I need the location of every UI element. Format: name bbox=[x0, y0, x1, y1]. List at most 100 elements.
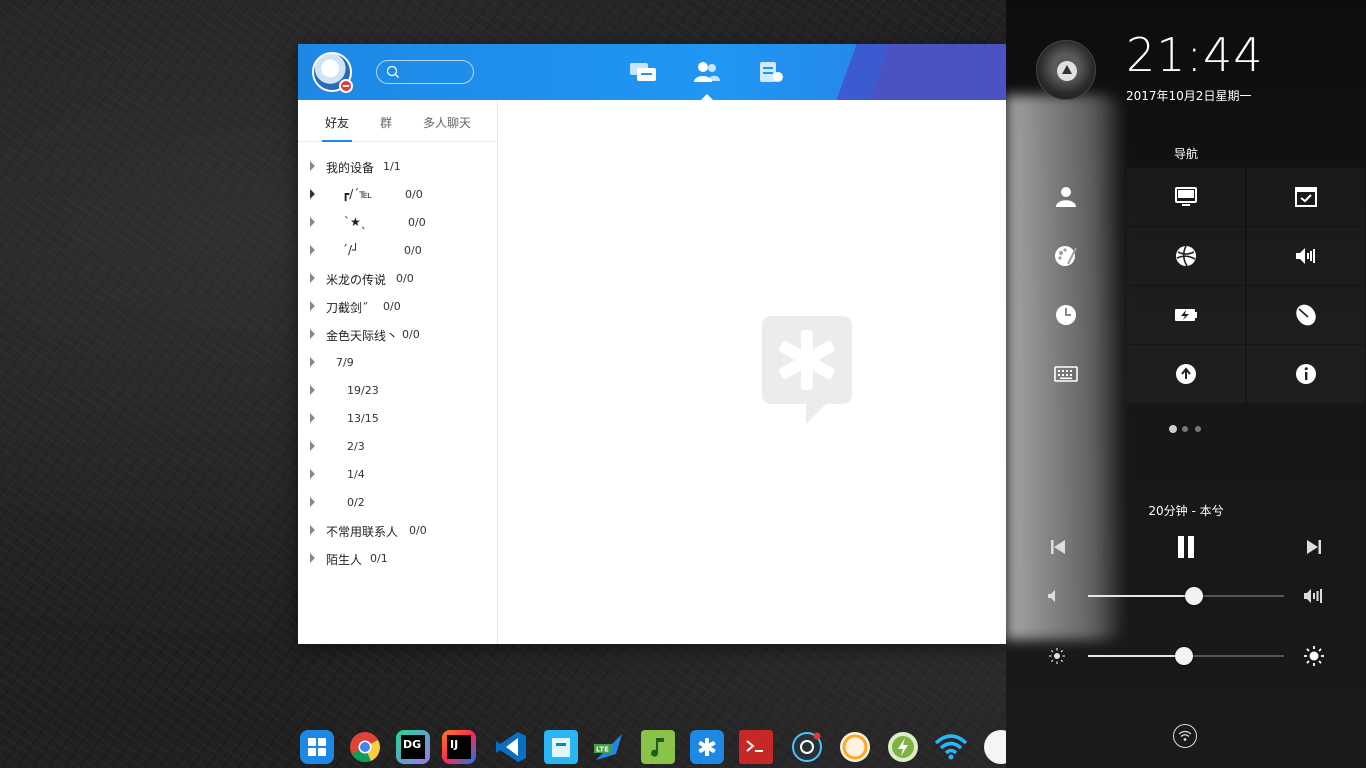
group-name: 米龙の传说 bbox=[326, 273, 387, 287]
nav-account[interactable] bbox=[1007, 168, 1125, 226]
music-icon[interactable] bbox=[641, 730, 675, 764]
volume-slider-row bbox=[1006, 581, 1366, 611]
friend-group-list: 我的设备 1/1 ┏/ˊ℡ 0/0 ˋ★ˎ 0/0 ˊ/┘ 0/0 米龙の传说 bbox=[298, 152, 498, 572]
friend-group[interactable]: 金色天际线丶 0/0 bbox=[298, 320, 498, 348]
display-icon bbox=[1175, 187, 1197, 206]
time-icon bbox=[1056, 305, 1076, 325]
friend-group[interactable]: 米龙の传说 0/0 bbox=[298, 264, 498, 292]
group-count: 0/0 bbox=[409, 524, 427, 537]
friend-group[interactable]: 0/2 bbox=[298, 488, 498, 516]
page-dot[interactable] bbox=[1195, 426, 1201, 432]
control-center: 21:44 2017年10月2日星期一 导航 20分钟 - 本兮 bbox=[1006, 0, 1366, 768]
volume-low-icon[interactable] bbox=[1043, 585, 1065, 607]
group-name: 我的设备 bbox=[326, 161, 375, 175]
friend-group[interactable]: ˊ/┘ 0/0 bbox=[298, 236, 498, 264]
friend-group[interactable]: ˋ★ˎ 0/0 bbox=[298, 208, 498, 236]
dock: DG IJ LTE bbox=[296, 726, 1006, 768]
power-app-icon[interactable] bbox=[886, 730, 920, 764]
nav-default-apps[interactable] bbox=[1247, 168, 1365, 226]
default-apps-icon bbox=[1295, 187, 1317, 207]
friend-group[interactable]: 7/9 bbox=[298, 348, 498, 376]
clock-app-icon[interactable] bbox=[838, 730, 872, 764]
chat-window: 好友 群 多人聊天 我的设备 1/1 ┏/ˊ℡ 0/0 ˋ★ˎ 0/0 ˊ/┘ … bbox=[298, 44, 1006, 644]
now-playing-title: 20分钟 - 本兮 bbox=[1148, 504, 1224, 518]
expand-arrow-icon bbox=[310, 217, 315, 227]
vscode-icon[interactable] bbox=[494, 730, 528, 764]
tab-contacts[interactable] bbox=[692, 58, 722, 100]
group-count: 0/0 bbox=[405, 188, 423, 201]
wireless-toggle-button[interactable] bbox=[1173, 724, 1197, 748]
friend-group[interactable]: 2/3 bbox=[298, 432, 498, 460]
friend-group[interactable]: 13/15 bbox=[298, 404, 498, 432]
friend-group[interactable]: 1/4 bbox=[298, 460, 498, 488]
wifi-icon[interactable] bbox=[934, 730, 968, 764]
volume-slider[interactable] bbox=[1088, 587, 1284, 605]
expand-arrow-icon bbox=[310, 413, 315, 423]
volume-fill bbox=[1088, 595, 1194, 597]
intellij-icon[interactable]: IJ bbox=[442, 730, 476, 764]
brightness-slider[interactable] bbox=[1088, 647, 1284, 665]
group-name: ˋ★ˎ bbox=[344, 215, 367, 229]
search-box[interactable] bbox=[376, 60, 474, 84]
volume-knob[interactable] bbox=[1184, 587, 1203, 605]
group-count: 1/4 bbox=[347, 468, 365, 481]
expand-arrow-icon bbox=[310, 385, 315, 395]
tab-friends[interactable]: 好友 bbox=[325, 114, 349, 131]
nav-keyboard[interactable] bbox=[1007, 345, 1125, 403]
nav-network[interactable] bbox=[1127, 227, 1245, 285]
tab-messages[interactable] bbox=[628, 58, 658, 86]
expand-arrow-icon bbox=[310, 357, 315, 367]
terminal-icon[interactable] bbox=[739, 730, 773, 764]
contact-sub-tabs: 好友 群 多人聊天 bbox=[298, 100, 498, 142]
friend-group[interactable]: ┏/ˊ℡ 0/0 bbox=[298, 180, 498, 208]
app-logo-watermark-icon bbox=[762, 316, 852, 424]
brightness-low-icon[interactable] bbox=[1046, 645, 1068, 667]
friend-group[interactable]: 不常用联系人 0/0 bbox=[298, 516, 498, 544]
datagrip-icon[interactable]: DG bbox=[396, 730, 430, 764]
group-count: 2/3 bbox=[347, 440, 365, 453]
power-icon bbox=[1175, 309, 1197, 321]
chat-app-icon[interactable] bbox=[690, 730, 724, 764]
brightness-fill bbox=[1088, 655, 1185, 657]
tab-files[interactable] bbox=[756, 58, 786, 86]
friend-group[interactable]: 我的设备 1/1 bbox=[298, 152, 498, 180]
update-icon bbox=[1176, 364, 1196, 384]
account-icon bbox=[1056, 187, 1076, 207]
nav-time[interactable] bbox=[1007, 286, 1125, 344]
calendar-icon[interactable] bbox=[984, 730, 1006, 764]
page-dot[interactable] bbox=[1169, 425, 1177, 433]
user-avatar[interactable] bbox=[312, 52, 353, 93]
personalization-icon bbox=[1055, 246, 1077, 266]
expand-arrow-icon bbox=[310, 441, 315, 451]
nav-mouse[interactable] bbox=[1247, 286, 1365, 344]
friend-group[interactable]: 刀截剑˝ 0/0 bbox=[298, 292, 498, 320]
tab-multi-chat[interactable]: 多人聊天 bbox=[423, 114, 471, 131]
page-dot[interactable] bbox=[1182, 426, 1188, 432]
screenshot-icon[interactable] bbox=[790, 730, 824, 764]
nav-system-info[interactable] bbox=[1247, 345, 1365, 403]
clock-time: 21:44 bbox=[1126, 28, 1264, 82]
search-input[interactable] bbox=[403, 63, 469, 81]
nav-display[interactable] bbox=[1127, 168, 1245, 226]
launcher-icon[interactable] bbox=[300, 730, 334, 764]
volume-high-icon[interactable] bbox=[1303, 585, 1325, 607]
nav-personalization[interactable] bbox=[1007, 227, 1125, 285]
pause-icon bbox=[1178, 536, 1194, 558]
friend-group[interactable]: 19/23 bbox=[298, 376, 498, 404]
brightness-knob[interactable] bbox=[1175, 647, 1194, 665]
brightness-high-icon[interactable] bbox=[1303, 645, 1325, 667]
nav-sound[interactable] bbox=[1247, 227, 1365, 285]
nav-update[interactable] bbox=[1127, 345, 1245, 403]
next-button[interactable] bbox=[1301, 534, 1327, 560]
tab-groups[interactable]: 群 bbox=[380, 114, 392, 131]
group-count: 0/2 bbox=[347, 496, 365, 509]
friend-group[interactable]: 陌生人 0/1 bbox=[298, 544, 498, 572]
pause-button[interactable] bbox=[1173, 534, 1199, 560]
nav-power[interactable] bbox=[1127, 286, 1245, 344]
lte-icon[interactable]: LTE bbox=[592, 730, 626, 764]
previous-button[interactable] bbox=[1045, 534, 1071, 560]
file-manager-icon[interactable] bbox=[544, 730, 578, 764]
chrome-icon[interactable] bbox=[348, 730, 382, 764]
group-name: 陌生人 bbox=[326, 553, 363, 567]
account-avatar[interactable] bbox=[1036, 40, 1096, 100]
